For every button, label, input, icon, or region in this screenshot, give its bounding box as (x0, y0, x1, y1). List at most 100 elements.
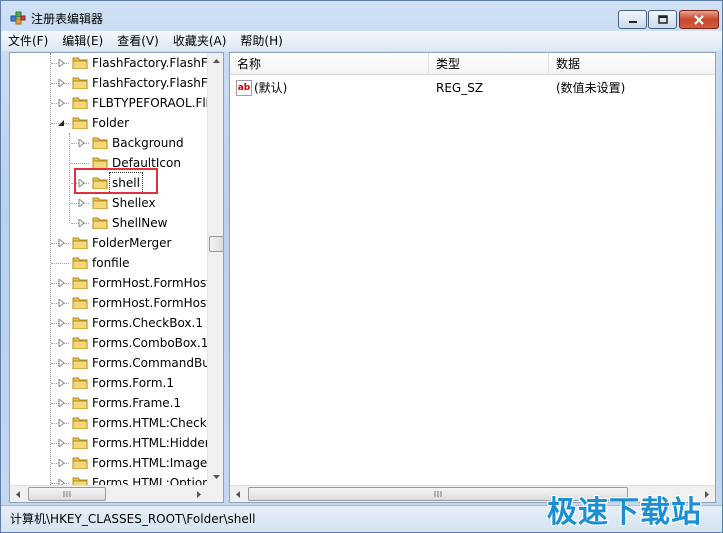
tree-item-label: Forms.Frame.1 (92, 396, 182, 410)
close-icon (694, 14, 704, 25)
tree-item[interactable]: Forms.HTML:Option (10, 473, 207, 485)
tree-item[interactable]: fonfile (10, 253, 207, 273)
tree-item-label: Forms.ComboBox.1 (92, 336, 207, 350)
tree-item-label: Forms.CheckBox.1 (92, 316, 203, 330)
tree-item[interactable]: Background (10, 133, 207, 153)
menu-bar: 文件(F) 编辑(E) 查看(V) 收藏夹(A) 帮助(H) (1, 31, 722, 51)
folder-icon (92, 137, 108, 149)
tree-item[interactable]: Forms.HTML:Hidden (10, 433, 207, 453)
folder-icon (72, 377, 88, 389)
key-tree: FlashFactory.FlashFa FlashFactory.FlashFa… (10, 53, 207, 485)
collapsed-arrow-icon[interactable] (58, 239, 65, 247)
menu-view[interactable]: 查看(V) (110, 31, 166, 51)
collapsed-arrow-icon[interactable] (58, 319, 65, 327)
tree-item-label: ShellNew (112, 216, 168, 230)
collapsed-arrow-icon[interactable] (58, 439, 65, 447)
tree-item[interactable]: Forms.HTML:Checkb (10, 413, 207, 433)
tree-item[interactable]: Forms.ComboBox.1 (10, 333, 207, 353)
collapsed-arrow-icon[interactable] (58, 99, 65, 107)
menu-edit[interactable]: 编辑(E) (55, 31, 110, 51)
tree-item[interactable]: ShellNew (10, 213, 207, 233)
status-path: 计算机\HKEY_CLASSES_ROOT\Folder\shell (10, 512, 256, 526)
column-header-data[interactable]: 数据 (549, 53, 715, 75)
maximize-button[interactable] (648, 10, 677, 29)
column-header-type[interactable]: 类型 (429, 53, 549, 75)
string-value-icon: ab (236, 80, 252, 96)
collapsed-arrow-icon[interactable] (58, 299, 65, 307)
collapsed-arrow-icon[interactable] (58, 79, 65, 87)
folder-icon (72, 437, 88, 449)
tree-item[interactable]: Forms.CommandBu (10, 353, 207, 373)
minimize-icon (628, 20, 637, 23)
collapsed-arrow-icon[interactable] (58, 379, 65, 387)
tree-item-label: Forms.HTML:Image (92, 456, 207, 470)
tree-item[interactable]: FormHost.FormHost (10, 293, 207, 313)
folder-icon (72, 57, 88, 69)
tree-vertical-scroll-thumb[interactable] (209, 236, 223, 252)
tree-horizontal-scroll-thumb[interactable] (28, 487, 106, 501)
key-tree-pane[interactable]: FlashFactory.FlashFa FlashFactory.FlashFa… (9, 52, 224, 503)
collapsed-arrow-icon[interactable] (58, 359, 65, 367)
window-title: 注册表编辑器 (31, 12, 104, 26)
tree-item[interactable]: Forms.Form.1 (10, 373, 207, 393)
selection-highlight-box (74, 168, 158, 194)
scroll-right-icon[interactable] (190, 486, 207, 503)
folder-icon (72, 417, 88, 429)
folder-icon (72, 97, 88, 109)
tree-item[interactable]: FolderMerger (10, 233, 207, 253)
tree-item[interactable]: Forms.Frame.1 (10, 393, 207, 413)
scroll-down-icon[interactable] (208, 468, 224, 485)
value-row[interactable]: ab (默认) REG_SZ (数值未设置) (230, 78, 715, 98)
scroll-left-icon[interactable] (10, 486, 27, 503)
scroll-left-icon[interactable] (230, 486, 247, 503)
folder-icon (72, 317, 88, 329)
menu-file[interactable]: 文件(F) (1, 31, 55, 51)
collapsed-arrow-icon[interactable] (78, 139, 85, 147)
collapsed-arrow-icon[interactable] (58, 459, 65, 467)
tree-item-label: Forms.HTML:Option (92, 476, 207, 485)
expanded-arrow-icon[interactable] (58, 119, 65, 127)
tree-item[interactable]: FlashFactory.FlashFa (10, 53, 207, 73)
column-header-name[interactable]: 名称 (230, 53, 429, 75)
tree-item[interactable]: FormHost.FormHost (10, 273, 207, 293)
tree-guide-line (71, 163, 89, 164)
collapsed-arrow-icon[interactable] (78, 219, 85, 227)
tree-horizontal-scrollbar[interactable] (10, 485, 207, 502)
scroll-up-icon[interactable] (208, 53, 224, 70)
folder-icon (92, 157, 108, 169)
tree-vertical-scrollbar[interactable] (207, 53, 224, 485)
folder-icon (72, 117, 88, 129)
tree-item-label: Forms.CommandBu (92, 356, 207, 370)
tree-item[interactable]: Shellex (10, 193, 207, 213)
tree-item[interactable]: Folder (10, 113, 207, 133)
scrollbar-corner (207, 485, 223, 502)
tree-item[interactable]: Forms.CheckBox.1 (10, 313, 207, 333)
menu-help[interactable]: 帮助(H) (233, 31, 289, 51)
close-button[interactable] (679, 10, 719, 29)
tree-item[interactable]: Forms.HTML:Image (10, 453, 207, 473)
tree-item-label: FolderMerger (92, 236, 172, 250)
collapsed-arrow-icon[interactable] (58, 399, 65, 407)
tree-item-label: Folder (92, 116, 130, 130)
folder-icon (72, 277, 88, 289)
tree-item-label: FlashFactory.FlashFa (92, 56, 207, 70)
menu-favorites[interactable]: 收藏夹(A) (166, 31, 234, 51)
value-list-pane[interactable]: 名称 类型 数据 ab (默认) REG_SZ (数值未设置) (229, 52, 716, 503)
collapsed-arrow-icon[interactable] (58, 419, 65, 427)
tree-item[interactable]: FlashFactory.FlashFa (10, 73, 207, 93)
tree-item-label: fonfile (92, 256, 130, 270)
folder-icon (72, 257, 88, 269)
collapsed-arrow-icon[interactable] (58, 339, 65, 347)
collapsed-arrow-icon[interactable] (58, 59, 65, 67)
folder-icon (72, 337, 88, 349)
folder-icon (72, 457, 88, 469)
folder-icon (92, 197, 108, 209)
tree-item[interactable]: FLBTYPEFORAOL.Flb (10, 93, 207, 113)
collapsed-arrow-icon[interactable] (58, 279, 65, 287)
folder-icon (92, 217, 108, 229)
maximize-icon (657, 14, 668, 24)
collapsed-arrow-icon[interactable] (78, 199, 85, 207)
minimize-button[interactable] (618, 10, 647, 29)
title-bar[interactable]: 注册表编辑器 (1, 1, 722, 31)
tree-item-label: FLBTYPEFORAOL.Flb (92, 96, 207, 110)
